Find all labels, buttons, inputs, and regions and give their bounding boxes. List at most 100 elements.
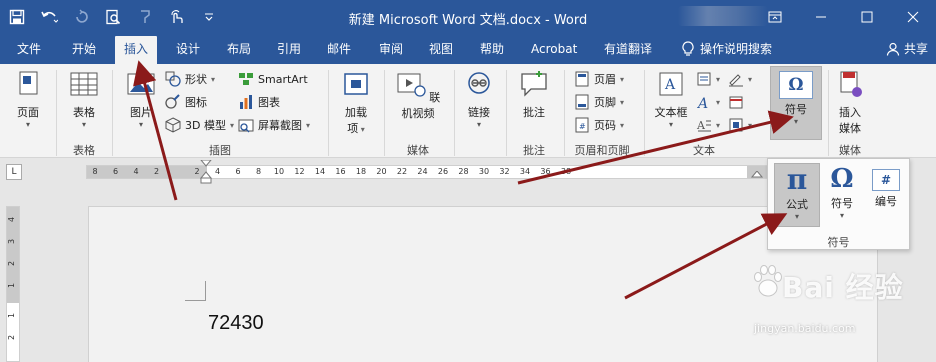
- tab-youdao[interactable]: 有道翻译: [604, 40, 652, 58]
- ribbon-tab-row: 文件 开始 插入 设计 布局 引用 邮件 审阅 视图 帮助 Acrobat 有道…: [0, 34, 936, 64]
- lightbulb-icon: [682, 40, 694, 56]
- minimize-icon[interactable]: [798, 0, 844, 34]
- equation-button[interactable]: π 公式 ▾: [774, 163, 820, 227]
- ruler-tick-label: 28: [458, 167, 469, 176]
- ruler-tick-label: 38: [560, 167, 572, 176]
- chevron-down-icon: ▾: [358, 125, 365, 134]
- links-button[interactable]: 链接 ▾: [462, 70, 496, 130]
- date-time-button[interactable]: [728, 93, 744, 111]
- chevron-down-icon: ▾: [138, 120, 143, 129]
- wordart-button[interactable]: A ▾: [696, 93, 720, 111]
- tab-help[interactable]: 帮助: [480, 40, 504, 58]
- symbol-dd-button[interactable]: Ω 符号 ▾: [820, 163, 864, 227]
- tell-me-label: 操作说明搜索: [700, 42, 773, 56]
- shapes-button[interactable]: 形状 ▾: [165, 70, 215, 88]
- chart-button[interactable]: 图表: [238, 93, 280, 111]
- chevron-down-icon: ▾: [620, 74, 625, 84]
- vertical-ruler-tick-label: 4: [7, 216, 17, 223]
- textbox-button[interactable]: A 文本框 ▾: [652, 70, 690, 130]
- chevron-down-icon: ▾: [229, 120, 234, 130]
- symbol-dd-label: 符号: [831, 197, 853, 210]
- textbox-icon: A: [659, 72, 683, 96]
- ruler-tick-label: 22: [396, 167, 408, 176]
- signature-line-button[interactable]: ▾: [728, 70, 752, 88]
- links-label: 链接: [468, 106, 490, 119]
- symbol-button[interactable]: Ω 符号 ▾: [770, 66, 822, 140]
- ribbon-insert: 页面 ▾ 表格 ▾ 表格 图片 ▾ 形状 ▾ 图标 3D 模型 ▾ SmartA…: [0, 64, 936, 158]
- title-bar: 新建 Microsoft Word 文档.docx - Word: [0, 0, 936, 34]
- footer-button[interactable]: 页脚 ▾: [574, 93, 624, 111]
- vertical-ruler[interactable]: 4 3 2 1 1 2: [6, 206, 20, 362]
- watermark-url: jingyan.baidu.com: [754, 322, 856, 335]
- header-button[interactable]: 页眉 ▾: [574, 70, 624, 88]
- smartart-button[interactable]: SmartArt: [238, 70, 308, 88]
- tell-me-search[interactable]: 操作说明搜索: [682, 40, 772, 57]
- picture-icon: [127, 73, 155, 95]
- table-label: 表格: [73, 106, 95, 119]
- drop-cap-button[interactable]: A ▾: [696, 116, 720, 134]
- screenshot-button[interactable]: 屏幕截图 ▾: [238, 116, 310, 134]
- paw-logo-icon: [754, 265, 782, 297]
- 3d-models-button[interactable]: 3D 模型 ▾: [165, 116, 234, 134]
- page-icon: [19, 71, 38, 95]
- ruler-tick-label: 8: [255, 167, 262, 176]
- chevron-down-icon: ▾: [794, 212, 799, 221]
- ruler-tick-label: 12: [294, 167, 305, 176]
- quick-parts-button[interactable]: ▾: [696, 70, 720, 88]
- icons-button[interactable]: 图标: [165, 93, 207, 111]
- signature-icon: [729, 74, 743, 87]
- tab-layout[interactable]: 布局: [227, 40, 251, 58]
- pictures-button[interactable]: 图片 ▾: [124, 70, 158, 130]
- svg-text:A: A: [696, 96, 708, 110]
- close-icon[interactable]: [890, 0, 936, 34]
- omega-icon: Ω: [830, 164, 854, 194]
- svg-text:A: A: [696, 119, 706, 132]
- share-button[interactable]: 共享: [886, 40, 928, 57]
- tab-selector[interactable]: L: [6, 164, 22, 180]
- tab-review[interactable]: 审阅: [379, 40, 403, 58]
- header-icon: [575, 71, 589, 87]
- tab-references[interactable]: 引用: [277, 40, 301, 58]
- equation-label: 公式: [786, 198, 808, 211]
- ruler-tick-label: 8: [92, 167, 98, 176]
- crop-mark: [185, 300, 205, 301]
- hash-icon: #: [872, 169, 900, 191]
- indent-markers[interactable]: [199, 160, 213, 184]
- right-indent-marker[interactable]: [751, 171, 763, 183]
- ribbon-display-options-icon[interactable]: [752, 0, 798, 34]
- vertical-ruler-tick-label: 3: [7, 238, 17, 245]
- addins-button[interactable]: 加载 项 ▾: [338, 70, 374, 136]
- insert-media-button[interactable]: 插入 媒体: [832, 70, 868, 136]
- table-group-label: 表格: [73, 144, 95, 157]
- chevron-down-icon: ▾: [620, 120, 625, 130]
- shapes-icon: [165, 71, 181, 87]
- symbol-dropdown: π 公式 ▾ Ω 符号 ▾ # 编号 符号: [767, 158, 910, 250]
- tab-view[interactable]: 视图: [429, 40, 453, 58]
- ruler-tick-label: 26: [437, 167, 449, 176]
- ruler-tick-label: 34: [519, 167, 531, 176]
- ruler-tick-label: 16: [335, 167, 346, 176]
- chevron-down-icon: ▾: [668, 120, 673, 129]
- tab-acrobat[interactable]: Acrobat: [531, 40, 577, 58]
- document-text[interactable]: 72430: [208, 312, 264, 335]
- page-number-button[interactable]: # 页码 ▾: [574, 116, 624, 134]
- insert-media-label-line2: 媒体: [839, 122, 861, 135]
- icons-label: 图标: [185, 96, 207, 109]
- chevron-down-icon: ▾: [25, 120, 30, 129]
- tab-file[interactable]: 文件: [17, 40, 41, 58]
- footer-label: 页脚: [594, 96, 616, 109]
- numbering-button[interactable]: # 编号: [864, 163, 908, 227]
- maximize-icon[interactable]: [844, 0, 890, 34]
- pages-button[interactable]: 页面 ▾: [12, 70, 44, 130]
- object-button[interactable]: ▾: [728, 116, 752, 134]
- tab-insert[interactable]: 插入: [115, 36, 158, 64]
- media-icon: [840, 71, 862, 97]
- tab-home[interactable]: 开始: [72, 40, 96, 58]
- person-icon: [886, 42, 900, 56]
- table-button[interactable]: 表格 ▾: [66, 70, 102, 130]
- tab-design[interactable]: 设计: [176, 40, 200, 58]
- online-video-button[interactable]: 联机视频: [392, 70, 444, 121]
- comment-button[interactable]: 批注: [516, 70, 552, 120]
- horizontal-ruler[interactable]: 8 6 4 2 2 4 6 8 10 12 14 16 18 20 22 24 26 28 30 32 34 36 38: [86, 160, 774, 184]
- tab-mailings[interactable]: 邮件: [327, 40, 351, 58]
